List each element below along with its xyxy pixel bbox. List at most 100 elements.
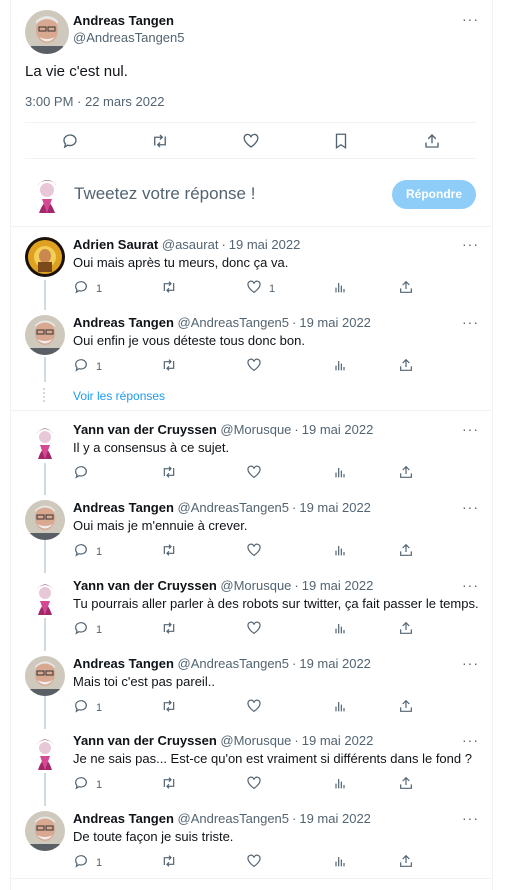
reply-date[interactable]: 19 mai 2022 [302,422,374,437]
retweet-icon[interactable] [151,132,169,150]
share-icon[interactable] [398,542,414,558]
author-handle[interactable]: @AndreasTangen5 [178,500,290,515]
reply-button[interactable]: Répondre [392,180,476,209]
like-icon[interactable] [246,464,262,480]
author-name[interactable]: Andreas Tangen [73,13,174,28]
more-icon[interactable]: ··· [462,12,480,26]
more-icon[interactable]: ··· [462,237,480,251]
avatar[interactable] [25,10,69,54]
author-handle[interactable]: @Morusque [220,422,291,437]
like-icon[interactable] [246,775,262,791]
divider [25,122,476,123]
avatar[interactable] [25,578,65,618]
like-icon[interactable] [246,620,262,636]
avatar[interactable] [25,656,65,696]
reply-date[interactable]: 19 mai 2022 [299,500,371,515]
author-name[interactable]: Yann van der Cruyssen [73,578,217,593]
views-icon[interactable] [332,464,348,480]
tweet-timestamp[interactable]: 3:00 PM · 22 mars 2022 [25,94,164,109]
more-icon[interactable]: ··· [462,733,480,747]
author-name[interactable]: Yann van der Cruyssen [73,733,217,748]
more-icon[interactable]: ··· [462,656,480,670]
author-name[interactable]: Andreas Tangen [73,656,174,671]
views-icon[interactable] [332,620,348,636]
bookmark-icon[interactable] [332,132,350,150]
author-name[interactable]: Andreas Tangen [73,500,174,515]
share-icon[interactable] [398,698,414,714]
more-icon[interactable]: ··· [462,811,480,825]
author-handle[interactable]: @AndreasTangen5 [178,811,290,826]
reply-icon[interactable] [73,698,89,714]
author-handle[interactable]: @Morusque [220,578,291,593]
reply-icon[interactable] [61,132,79,150]
avatar[interactable] [25,811,65,851]
reply-count: 1 [96,624,103,636]
reply-icon[interactable] [73,620,89,636]
share-icon[interactable] [423,132,441,150]
avatar[interactable] [25,422,65,462]
author-handle[interactable]: @asaurat [162,237,219,252]
reply-date[interactable]: 19 mai 2022 [302,733,374,748]
reply-date[interactable]: 19 mai 2022 [299,811,371,826]
more-icon[interactable]: ··· [462,500,480,514]
retweet-icon[interactable] [161,357,177,373]
divider [10,878,491,879]
reply-icon[interactable] [73,279,89,295]
more-icon[interactable]: ··· [462,422,480,436]
share-icon[interactable] [398,775,414,791]
views-icon[interactable] [332,853,348,869]
author-name[interactable]: Yann van der Cruyssen [73,422,217,437]
share-icon[interactable] [398,279,414,295]
author-handle[interactable]: @AndreasTangen5 [73,30,185,45]
compose-input[interactable]: Tweetez votre réponse ! [74,184,255,204]
reply-count: 1 [96,702,103,714]
reply-icon[interactable] [73,775,89,791]
retweet-icon[interactable] [161,542,177,558]
author-handle[interactable]: @AndreasTangen5 [178,656,290,671]
retweet-icon[interactable] [161,853,177,869]
reply-icon[interactable] [73,357,89,373]
avatar[interactable] [25,733,65,773]
share-icon[interactable] [398,357,414,373]
author-name[interactable]: Andreas Tangen [73,811,174,826]
retweet-icon[interactable] [161,775,177,791]
views-icon[interactable] [332,279,348,295]
avatar[interactable] [25,315,65,355]
share-icon[interactable] [398,620,414,636]
avatar[interactable] [25,500,65,540]
reply-date[interactable]: 19 mai 2022 [299,315,371,330]
reply-icon[interactable] [73,853,89,869]
avatar[interactable] [25,237,65,277]
share-icon[interactable] [398,464,414,480]
more-icon[interactable]: ··· [462,578,480,592]
like-icon[interactable] [246,698,262,714]
views-icon[interactable] [332,775,348,791]
author-name[interactable]: Adrien Saurat [73,237,158,252]
like-icon[interactable] [246,279,262,295]
like-icon[interactable] [242,132,260,150]
show-replies-link[interactable]: Voir les réponses [73,389,165,403]
more-icon[interactable]: ··· [462,315,480,329]
views-icon[interactable] [332,698,348,714]
reply-icon[interactable] [73,464,89,480]
dot-separator: · [294,422,299,437]
share-icon[interactable] [398,853,414,869]
like-icon[interactable] [246,853,262,869]
views-icon[interactable] [332,542,348,558]
retweet-icon[interactable] [161,464,177,480]
retweet-icon[interactable] [161,620,177,636]
author-handle[interactable]: @Morusque [220,733,291,748]
like-icon[interactable] [246,542,262,558]
like-icon[interactable] [246,357,262,373]
views-icon[interactable] [332,357,348,373]
reply-date[interactable]: 19 mai 2022 [299,656,371,671]
author-name[interactable]: Andreas Tangen [73,315,174,330]
retweet-icon[interactable] [161,698,177,714]
author-handle[interactable]: @AndreasTangen5 [178,315,290,330]
thread-line [44,696,46,729]
reply-icon[interactable] [73,542,89,558]
reply-date[interactable]: 19 mai 2022 [229,237,301,252]
avatar[interactable] [25,173,69,217]
retweet-icon[interactable] [161,279,177,295]
reply-date[interactable]: 19 mai 2022 [302,578,374,593]
